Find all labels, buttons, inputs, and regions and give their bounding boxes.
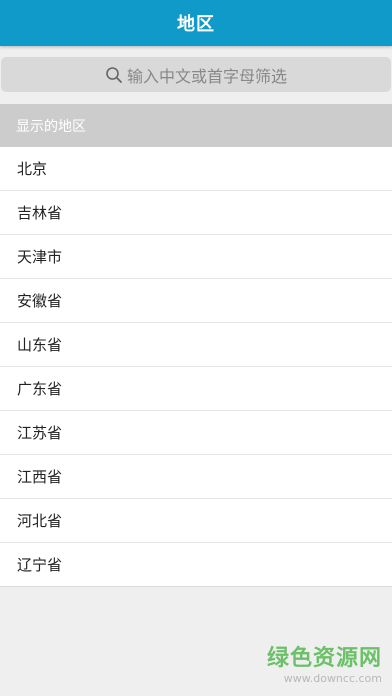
search-icon [106, 66, 122, 83]
region-item-shandong[interactable]: 山东省 [0, 323, 392, 367]
region-item-anhui[interactable]: 安徽省 [0, 279, 392, 323]
region-label: 吉林省 [17, 204, 63, 222]
search-placeholder: 输入中文或首字母筛选 [126, 66, 287, 86]
region-item-beijing[interactable]: 北京 [0, 147, 392, 191]
page-title: 地区 [177, 14, 215, 35]
app-screen: 地区 输入中文或首字母筛选 显示的地区 北京 吉林省 天津市 安徽省 山东省 广… [0, 0, 392, 696]
region-list: 北京 吉林省 天津市 安徽省 山东省 广东省 江苏省 江西省 河北省 辽宁省 [0, 147, 392, 587]
region-item-guangdong[interactable]: 广东省 [0, 367, 392, 411]
region-label: 广东省 [17, 380, 63, 398]
region-item-hebei[interactable]: 河北省 [0, 499, 392, 543]
watermark-text: 绿色资源网 [266, 646, 382, 671]
region-label: 江西省 [17, 468, 63, 486]
region-label: 天津市 [17, 248, 63, 266]
region-item-liaoning[interactable]: 辽宁省 [0, 543, 392, 587]
watermark: 绿色资源网 www.downcc.com [242, 646, 382, 686]
region-item-jiangxi[interactable]: 江西省 [0, 455, 392, 499]
watermark-url: www.downcc.com [283, 672, 382, 685]
search-input[interactable]: 输入中文或首字母筛选 [1, 57, 391, 92]
region-label: 北京 [17, 160, 48, 178]
section-header: 显示的地区 [0, 104, 392, 147]
region-item-tianjin[interactable]: 天津市 [0, 235, 392, 279]
region-label: 江苏省 [17, 424, 63, 442]
region-item-jiangsu[interactable]: 江苏省 [0, 411, 392, 455]
search-container: 输入中文或首字母筛选 [0, 57, 392, 93]
title-bar: 地区 [0, 0, 392, 46]
region-label: 辽宁省 [17, 556, 63, 574]
section-header-label: 显示的地区 [16, 118, 86, 135]
region-label: 山东省 [17, 336, 63, 354]
region-label: 河北省 [17, 512, 63, 530]
region-item-jilin[interactable]: 吉林省 [0, 191, 392, 235]
region-label: 安徽省 [17, 292, 63, 310]
